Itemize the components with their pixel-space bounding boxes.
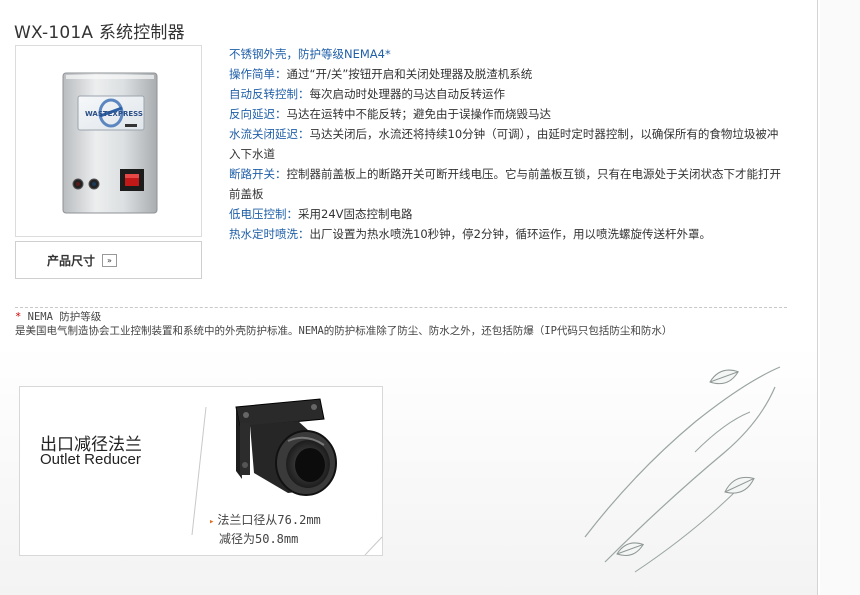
product-size-button[interactable]: 产品尺寸 » <box>15 241 202 279</box>
feature-item: 不锈钢外壳，防护等级NEMA4* <box>229 47 391 61</box>
outlet-spec: ▸ 法兰口径从76.2mm 减径为50.8mm <box>209 512 321 548</box>
spec-line-2: 减径为50.8mm <box>219 532 299 546</box>
feature-item: 自动反转控制：每次启动时处理器的马达自动反转运作 <box>229 87 505 101</box>
feature-item: 反向延迟：马达在运转中不能反转；避免由于误操作而烧毁马达 <box>229 107 551 121</box>
feature-item: 热水定时喷洗：出厂设置为热水喷洗10秒钟，停2分钟，循环运作，用以喷洗螺旋传送杆… <box>229 227 711 241</box>
right-border <box>817 0 818 595</box>
feature-item: 水流关闭延迟：马达关闭后，水流还将持续10分钟（可调），由延时定时器控制，以确保… <box>229 127 779 161</box>
right-gutter <box>820 0 860 595</box>
section-divider <box>15 307 787 308</box>
page-title: WX-101A 系统控制器 <box>14 23 185 43</box>
feature-item: 断路开关：控制器前盖板上的断路开关可断开线电压。它与前盖板互锁，只有在电源处于关… <box>229 167 781 201</box>
spec-line-1: ▸ 法兰口径从76.2mm <box>209 513 321 527</box>
decorative-leaves-icon <box>584 366 781 573</box>
product-image-frame: WASTEXPRESS <box>15 45 202 237</box>
feature-list: 不锈钢外壳，防护等级NEMA4* 操作简单：通过“开/关”按钮开启和关闭处理器及… <box>229 44 789 244</box>
controller-product-image: WASTEXPRESS <box>62 72 158 214</box>
triangle-bullet-icon: ▸ <box>209 517 215 527</box>
outlet-reducer-image <box>235 398 337 496</box>
product-size-label: 产品尺寸 <box>47 254 96 268</box>
outlet-reducer-card: 出口减径法兰 Outlet Reducer ▸ 法兰口径从76.2mm 减径为50… <box>19 386 383 556</box>
asterisk-marker: * <box>15 311 22 323</box>
feature-item: 低电压控制：采用24V固态控制电路 <box>229 207 413 221</box>
feature-item: 操作简单：通过“开/关”按钮开启和关闭处理器及脱渣机系统 <box>229 67 533 81</box>
panel-brand-text: WASTEXPRESS <box>85 110 143 118</box>
nema-heading-text: NEMA 防护等级 <box>27 311 102 323</box>
outlet-title-en: Outlet Reducer <box>40 451 141 468</box>
nema-description: 是美国电气制造协会工业控制装置和系统中的外壳防护标准。NEMA的防护标准除了防尘… <box>15 325 673 337</box>
double-chevron-right-icon: » <box>102 254 117 267</box>
nema-heading: * NEMA 防护等级 <box>15 309 101 324</box>
